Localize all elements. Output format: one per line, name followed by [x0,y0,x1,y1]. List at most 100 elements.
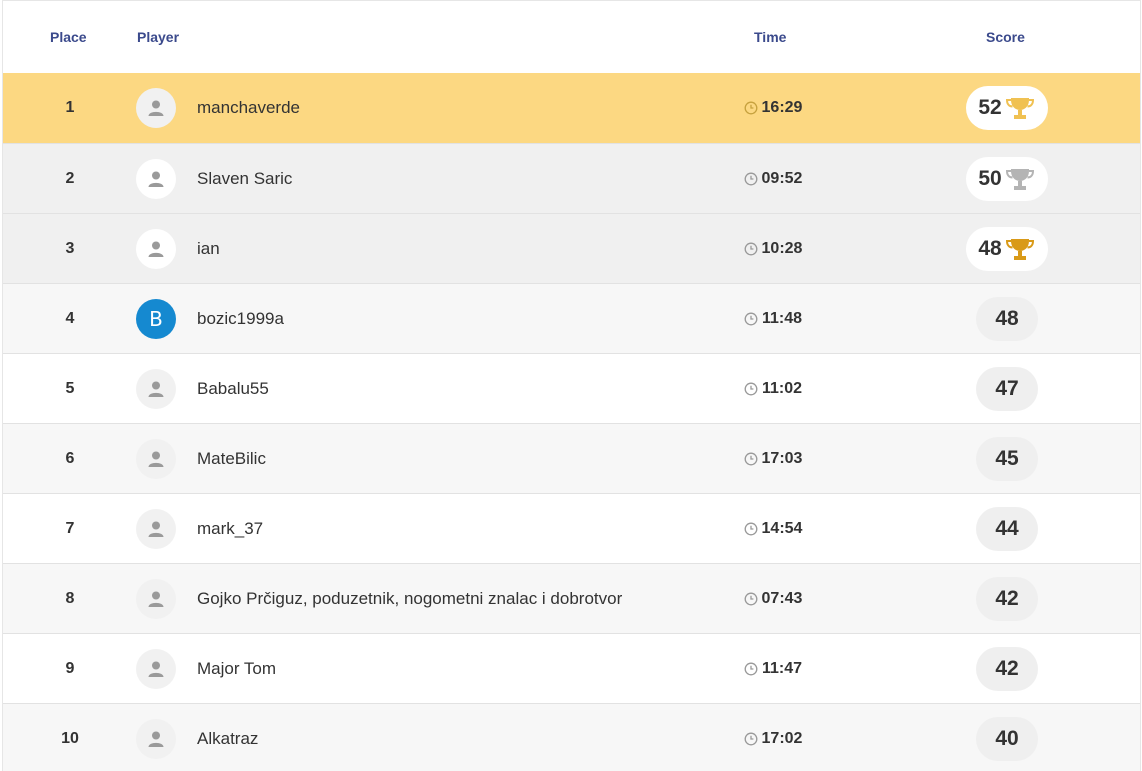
score-badge: 48 [976,297,1038,341]
player-name[interactable]: Slaven Saric [197,144,292,214]
score-cell: 50 [907,144,1107,214]
leaderboard-row[interactable]: 2 Slaven Saric 09:52 50 [3,143,1140,213]
time-value: 11:02 [761,380,803,397]
user-avatar-icon[interactable] [136,439,176,479]
player-name[interactable]: ian [197,214,220,284]
leaderboard-row[interactable]: 4 B bozic1999a 11:48 48 [3,283,1140,353]
player-name[interactable]: Alkatraz [197,704,258,771]
leaderboard-row[interactable]: 6 MateBilic 17:03 45 [3,423,1140,493]
player-name[interactable]: Gojko Prčiguz, poduzetnik, nogometni zna… [197,564,622,634]
trophy-bronze-icon [1005,239,1034,260]
player-name[interactable]: Babalu55 [197,354,269,424]
place-number: 6 [65,450,75,467]
time-cell: 16:29 [723,73,823,143]
score-badge: 42 [976,647,1038,691]
time-value: 17:03 [761,450,803,467]
score-cell: 42 [907,564,1107,634]
time-cell: 11:02 [723,354,823,424]
clock-icon [744,662,758,676]
leaderboard-row[interactable]: 5 Babalu55 11:02 47 [3,353,1140,423]
score-value: 42 [995,587,1019,610]
player-name[interactable]: bozic1999a [197,284,284,354]
user-avatar-icon[interactable] [136,509,176,549]
score-cell: 40 [907,704,1107,771]
user-avatar-icon[interactable] [136,229,176,269]
score-badge: 44 [976,507,1038,551]
clock-icon [744,172,757,186]
clock-icon [744,732,757,746]
place-number: 7 [65,520,75,537]
leaderboard-row[interactable]: 7 mark_37 14:54 44 [3,493,1140,563]
place-number: 3 [65,240,75,257]
time-cell: 09:52 [723,144,823,214]
time-value: 16:29 [761,99,803,116]
player-name[interactable]: manchaverde [197,73,300,143]
place-column-header[interactable]: Place [50,29,87,45]
time-value: 09:52 [761,170,803,187]
leaderboard: Place Player Time Score 1 manchaverde 16… [2,0,1141,771]
clock-icon [744,101,757,115]
score-column-header[interactable]: Score [986,29,1025,45]
time-cell: 07:43 [723,564,823,634]
user-avatar-icon[interactable] [136,369,176,409]
score-badge: 40 [976,717,1038,761]
place-number: 4 [65,310,75,327]
place-number: 2 [65,170,75,187]
user-avatar-icon[interactable] [136,579,176,619]
score-value: 40 [995,727,1019,750]
leaderboard-row[interactable]: 9 Major Tom 11:47 42 [3,633,1140,703]
score-badge: 47 [976,367,1038,411]
score-cell: 52 [907,73,1107,143]
time-cell: 11:47 [723,634,823,704]
leaderboard-row[interactable]: 8 Gojko Prčiguz, poduzetnik, nogometni z… [3,563,1140,633]
leaderboard-row[interactable]: 10 Alkatraz 17:02 40 [3,703,1140,771]
score-value: 45 [995,447,1019,470]
score-badge: 48 [966,227,1048,271]
time-value: 07:43 [761,590,803,607]
score-badge: 52 [966,86,1048,130]
clock-icon [744,312,758,326]
user-avatar-icon[interactable] [136,649,176,689]
score-value: 42 [995,657,1019,680]
place-number: 5 [65,380,75,397]
place-number: 10 [61,730,79,747]
user-avatar-icon[interactable] [136,719,176,759]
clock-icon [744,522,757,536]
score-badge: 45 [976,437,1038,481]
time-cell: 14:54 [723,494,823,564]
place-number: 8 [65,590,75,607]
score-cell: 48 [907,214,1107,284]
user-avatar-icon[interactable] [136,88,176,128]
score-badge: 50 [966,157,1048,201]
time-column-header[interactable]: Time [754,29,786,45]
score-value: 50 [978,167,1002,190]
time-value: 11:47 [761,660,803,677]
time-value: 11:48 [761,310,803,327]
user-avatar-letter[interactable]: B [136,299,176,339]
score-value: 52 [978,96,1002,119]
time-cell: 17:02 [723,704,823,771]
score-value: 44 [995,517,1019,540]
time-cell: 11:48 [723,284,823,354]
user-avatar-icon[interactable] [136,159,176,199]
score-cell: 48 [907,284,1107,354]
score-cell: 42 [907,634,1107,704]
clock-icon [744,592,757,606]
time-cell: 17:03 [723,424,823,494]
clock-icon [744,382,758,396]
score-cell: 45 [907,424,1107,494]
player-name[interactable]: Major Tom [197,634,276,704]
trophy-gold-icon [1005,98,1034,119]
player-name[interactable]: mark_37 [197,494,263,564]
score-cell: 44 [907,494,1107,564]
leaderboard-row[interactable]: 3 ian 10:28 48 [3,213,1140,283]
time-value: 10:28 [761,240,803,257]
score-value: 48 [978,237,1002,260]
player-column-header[interactable]: Player [137,29,179,45]
player-name[interactable]: MateBilic [197,424,266,494]
leaderboard-row[interactable]: 1 manchaverde 16:29 52 [3,73,1140,143]
score-cell: 47 [907,354,1107,424]
place-number: 1 [65,99,75,116]
time-value: 14:54 [761,520,803,537]
clock-icon [744,452,757,466]
